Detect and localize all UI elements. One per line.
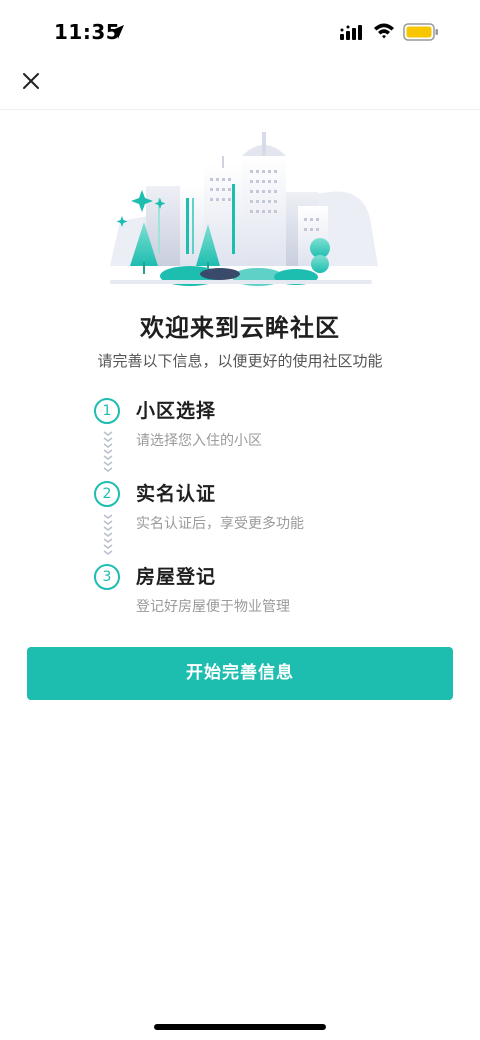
step-number: 1	[94, 398, 120, 424]
step-number: 2	[94, 481, 120, 507]
close-icon	[23, 73, 39, 89]
welcome-subtitle: 请完善以下信息，以便更好的使用社区功能	[97, 352, 383, 370]
signal-icon	[340, 25, 362, 40]
status-bar: 11:35	[0, 0, 480, 64]
step-community-select: 1 小区选择 请选择您入住的小区	[94, 398, 434, 458]
step-connector-icon	[103, 431, 113, 472]
nav-bar	[0, 64, 480, 110]
start-button[interactable]: 开始完善信息	[27, 647, 453, 700]
welcome-title: 欢迎来到云眸社区	[140, 314, 340, 342]
step-description: 登记好房屋便于物业管理	[136, 599, 290, 615]
step-title: 实名认证	[136, 483, 217, 505]
step-realname-verify: 2 实名认证 实名认证后，享受更多功能	[94, 481, 434, 541]
city-illustration	[110, 132, 378, 286]
close-button[interactable]	[14, 64, 48, 98]
step-title: 房屋登记	[136, 566, 217, 588]
location-arrow-icon	[110, 25, 124, 39]
step-house-register: 3 房屋登记 登记好房屋便于物业管理	[94, 564, 434, 624]
step-description: 实名认证后，享受更多功能	[136, 516, 304, 532]
step-description: 请选择您入住的小区	[136, 433, 262, 449]
step-number: 3	[94, 564, 120, 590]
step-connector-icon	[103, 514, 113, 555]
step-title: 小区选择	[136, 400, 217, 422]
wifi-icon	[374, 23, 394, 39]
battery-icon	[403, 23, 438, 41]
home-indicator[interactable]	[154, 1024, 326, 1030]
